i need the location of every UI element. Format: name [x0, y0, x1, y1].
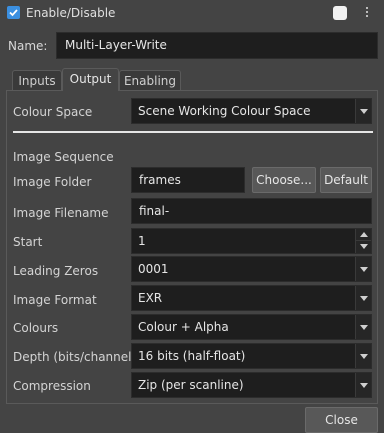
section-title: Image Sequence	[13, 150, 114, 164]
default-button[interactable]: Default	[320, 167, 372, 193]
start-label: Start	[13, 235, 43, 249]
chevron-down-icon	[355, 344, 371, 368]
stepper-up-icon[interactable]	[355, 229, 371, 241]
colour-space-value: Scene Working Colour Space	[138, 104, 311, 118]
leading-zeros-label: Leading Zeros	[13, 264, 99, 278]
enable-checkbox[interactable]	[7, 6, 20, 19]
name-field[interactable]: Multi-Layer-Write	[56, 32, 378, 59]
chevron-down-icon	[355, 257, 371, 281]
image-format-label: Image Format	[13, 293, 97, 307]
depth-label: Depth (bits/channel)	[13, 350, 137, 364]
enable-label: Enable/Disable	[26, 6, 116, 20]
colours-label: Colours	[13, 321, 59, 335]
image-filename-field[interactable]: final-	[131, 198, 372, 224]
image-folder-field[interactable]: frames	[131, 167, 245, 193]
name-label: Name:	[8, 39, 48, 53]
compression-label: Compression	[13, 379, 91, 393]
image-filename-label: Image Filename	[13, 206, 109, 220]
start-stepper[interactable]: 1	[131, 228, 372, 254]
colours-value: Colour + Alpha	[138, 320, 229, 334]
chevron-down-icon	[355, 286, 371, 310]
leading-zeros-select[interactable]: 0001	[131, 256, 372, 282]
tab-enabling[interactable]: Enabling	[119, 70, 181, 91]
image-folder-label: Image Folder	[13, 175, 92, 189]
image-format-select[interactable]: EXR	[131, 285, 372, 311]
start-value: 1	[138, 234, 146, 248]
chevron-down-icon	[355, 373, 371, 397]
depth-value: 16 bits (half-float)	[138, 349, 246, 363]
chevron-down-icon	[355, 315, 371, 339]
separator	[13, 131, 373, 133]
tab-output[interactable]: Output	[62, 68, 119, 91]
panel-grip-icon[interactable]	[362, 5, 372, 21]
colour-space-label: Colour Space	[13, 105, 93, 119]
stepper-down-icon[interactable]	[355, 241, 371, 253]
choose-button[interactable]: Choose...	[252, 167, 316, 193]
colour-space-select[interactable]: Scene Working Colour Space	[131, 98, 372, 124]
compression-value: Zip (per scanline)	[138, 378, 244, 392]
tab-inputs[interactable]: Inputs	[12, 70, 62, 91]
colours-select[interactable]: Colour + Alpha	[131, 314, 372, 340]
chevron-down-icon	[355, 99, 371, 123]
image-format-value: EXR	[138, 291, 163, 305]
compression-select[interactable]: Zip (per scanline)	[131, 372, 372, 398]
depth-select[interactable]: 16 bits (half-float)	[131, 343, 372, 369]
checkmark-icon	[9, 9, 18, 17]
node-color-swatch[interactable]	[333, 6, 347, 20]
leading-zeros-value: 0001	[138, 262, 169, 276]
close-button[interactable]: Close	[305, 407, 378, 433]
